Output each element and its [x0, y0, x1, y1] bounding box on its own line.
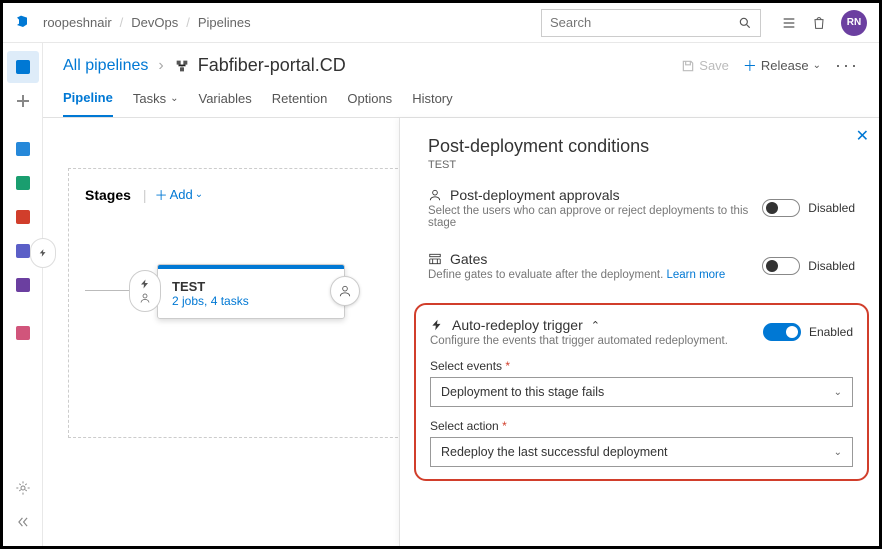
auto-redeploy-toggle[interactable]	[763, 323, 801, 341]
search-icon	[738, 16, 752, 30]
user-icon	[428, 188, 442, 202]
auto-redeploy-toggle-label: Enabled	[809, 325, 853, 339]
top-bar: roopeshnair / DevOps / Pipelines RN	[3, 3, 879, 43]
user-icon	[139, 292, 151, 304]
auto-redeploy-section: Auto-redeploy trigger ⌃ Configure the ev…	[414, 303, 869, 481]
rail-repos[interactable]	[7, 167, 39, 199]
search-field[interactable]	[550, 15, 738, 30]
breadcrumb-sep: /	[186, 15, 190, 30]
stages-canvas: Stages | ＋ Add ⌄	[68, 168, 408, 438]
learn-more-link[interactable]: Learn more	[666, 269, 725, 281]
search-input[interactable]	[541, 9, 761, 37]
tab-retention[interactable]: Retention	[272, 90, 328, 117]
stage-name: TEST	[172, 279, 330, 294]
trigger-icon	[139, 278, 151, 290]
action-label: Select action	[430, 419, 499, 433]
rail-artifacts[interactable]	[7, 269, 39, 301]
gates-toggle[interactable]	[762, 257, 800, 275]
collapse-icon[interactable]	[7, 506, 39, 538]
rail-pipelines[interactable]	[7, 201, 39, 233]
breadcrumb-org[interactable]: roopeshnair	[43, 15, 112, 30]
user-icon	[338, 284, 352, 298]
chevron-up-icon[interactable]: ⌃	[591, 319, 600, 332]
rail-item-extra[interactable]	[7, 317, 39, 349]
close-icon[interactable]: ✕	[856, 126, 869, 146]
tab-variables[interactable]: Variables	[198, 90, 251, 117]
more-button[interactable]: ···	[835, 55, 859, 76]
content-area: All pipelines › Fabfiber-portal.CD Save …	[43, 43, 879, 546]
pre-deployment-conditions-button[interactable]	[129, 270, 161, 312]
select-action-dropdown[interactable]: Redeploy the last successful deployment …	[430, 437, 853, 467]
plus-icon: ＋	[743, 56, 757, 76]
tab-options[interactable]: Options	[347, 90, 392, 117]
gates-toggle-label: Disabled	[808, 259, 855, 273]
chevron-down-icon: ⌄	[195, 189, 203, 200]
breadcrumb-project[interactable]: DevOps	[131, 15, 178, 30]
page-title: Fabfiber-portal.CD	[174, 55, 346, 76]
chevron-right-icon: ›	[158, 57, 163, 75]
events-label: Select events	[430, 359, 502, 373]
release-pipeline-icon	[174, 58, 190, 74]
rail-boards[interactable]	[7, 133, 39, 165]
list-icon[interactable]	[781, 15, 797, 31]
panel-stage-name: TEST	[428, 159, 855, 171]
top-icons: RN	[781, 10, 867, 36]
stage-card[interactable]: TEST 2 jobs, 4 tasks	[157, 264, 345, 319]
save-button: Save	[681, 58, 729, 73]
panel-title: Post-deployment conditions	[428, 136, 855, 157]
gates-section: Gates Define gates to evaluate after the…	[428, 251, 855, 281]
rail-overview[interactable]	[7, 51, 39, 83]
rail-add[interactable]	[7, 85, 39, 117]
avatar[interactable]: RN	[841, 10, 867, 36]
tab-pipeline[interactable]: Pipeline	[63, 90, 113, 117]
chevron-down-icon: ⌄	[170, 93, 178, 104]
tab-tasks[interactable]: Tasks⌄	[133, 90, 179, 117]
breadcrumb-area[interactable]: Pipelines	[198, 15, 251, 30]
shopping-bag-icon[interactable]	[811, 15, 827, 31]
post-deployment-panel: ✕ Post-deployment conditions TEST Post-d…	[399, 118, 879, 546]
stage-jobs-link[interactable]: 2 jobs, 4 tasks	[172, 294, 330, 308]
breadcrumb-sep: /	[120, 15, 124, 30]
approvals-toggle[interactable]	[762, 199, 800, 217]
chevron-down-icon: ⌄	[813, 60, 821, 71]
post-deployment-conditions-button[interactable]	[330, 276, 360, 306]
parent-link[interactable]: All pipelines	[63, 57, 148, 75]
approvals-toggle-label: Disabled	[808, 201, 855, 215]
breadcrumb: roopeshnair / DevOps / Pipelines	[43, 15, 533, 30]
tab-row: Pipeline Tasks⌄ Variables Retention Opti…	[43, 76, 879, 118]
gates-icon	[428, 252, 442, 266]
save-icon	[681, 59, 695, 73]
release-button[interactable]: ＋ Release ⌄	[743, 56, 821, 76]
stages-heading: Stages	[85, 187, 131, 203]
azure-devops-logo-icon[interactable]	[15, 13, 35, 33]
trigger-icon	[430, 318, 444, 332]
add-stage-button[interactable]: ＋ Add ⌄	[155, 185, 204, 204]
left-nav-rail	[3, 43, 43, 546]
settings-icon[interactable]	[7, 472, 39, 504]
chevron-down-icon: ⌄	[834, 387, 842, 398]
tab-history[interactable]: History	[412, 90, 452, 117]
approvals-section: Post-deployment approvals Select the use…	[428, 187, 855, 229]
select-events-dropdown[interactable]: Deployment to this stage fails ⌄	[430, 377, 853, 407]
chevron-down-icon: ⌄	[834, 447, 842, 458]
